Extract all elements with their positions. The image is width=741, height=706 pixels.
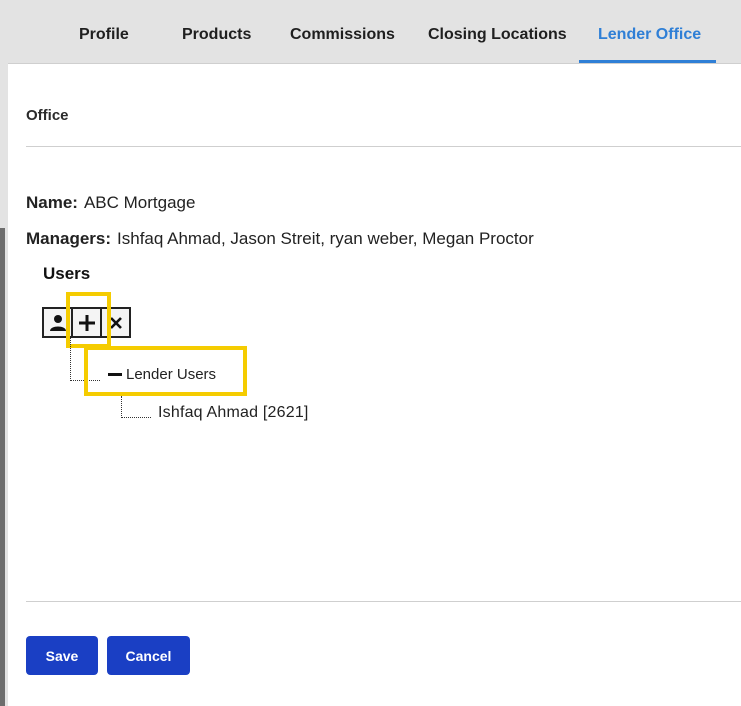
cancel-button[interactable]: Cancel [107, 636, 190, 675]
section-title: Office [26, 107, 69, 124]
users-toolbar [42, 307, 131, 338]
tree-group-lender-users[interactable]: Lender Users [108, 366, 216, 383]
add-group-button[interactable] [71, 307, 102, 338]
managers-label: Managers: [26, 229, 112, 248]
add-user-button[interactable] [42, 307, 73, 338]
users-title: Users [43, 264, 91, 283]
tree-connector [121, 396, 122, 418]
tab-bar: Profile Products Commissions Closing Loc… [8, 0, 741, 64]
user-icon [49, 314, 67, 332]
plus-icon [78, 314, 96, 332]
save-button[interactable]: Save [26, 636, 98, 675]
delete-button[interactable] [100, 307, 131, 338]
tab-lender-office[interactable]: Lender Office [598, 0, 701, 64]
tab-commissions[interactable]: Commissions [290, 0, 395, 64]
tab-profile[interactable]: Profile [79, 0, 129, 64]
office-name-label: Name: [26, 193, 78, 212]
managers-value: Ishfaq Ahmad, Jason Streit, ryan weber, … [117, 229, 534, 248]
managers-row: Managers: Ishfaq Ahmad, Jason Streit, rya… [26, 229, 534, 249]
active-tab-indicator [579, 60, 716, 63]
office-name-row: Name: ABC Mortgage [26, 193, 195, 213]
tree-connector [70, 380, 100, 381]
tree-item-user[interactable]: Ishfaq Ahmad [2621] [158, 404, 309, 422]
tree-connector [70, 338, 71, 381]
footer-divider [26, 601, 741, 602]
office-name-value: ABC Mortgage [83, 193, 196, 212]
tab-products[interactable]: Products [182, 0, 251, 64]
tab-closing-locations[interactable]: Closing Locations [428, 0, 567, 64]
tree-group-label: Lender Users [126, 366, 217, 383]
tree-connector [121, 417, 151, 418]
section-divider [26, 146, 741, 147]
close-icon [108, 315, 124, 331]
collapse-icon[interactable] [108, 373, 122, 376]
scrollbar[interactable] [0, 228, 5, 706]
